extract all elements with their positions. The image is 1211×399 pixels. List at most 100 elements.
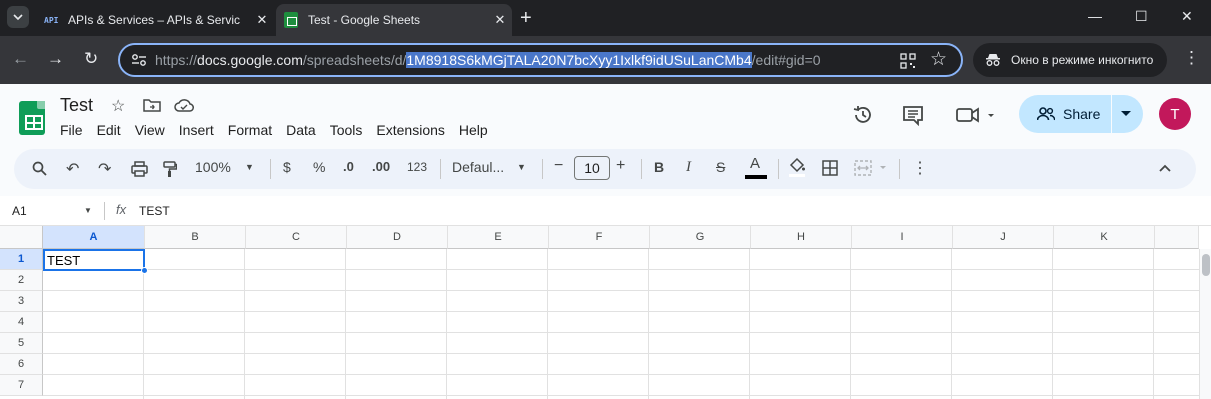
column-header[interactable]: A (43, 226, 145, 249)
close-tab-icon[interactable]: ✕ (250, 12, 274, 28)
sheets-logo-icon[interactable] (19, 101, 45, 135)
menu-data[interactable]: Data (286, 122, 316, 138)
fill-handle[interactable] (141, 267, 148, 274)
avatar[interactable]: T (1159, 98, 1191, 130)
incognito-label: Окно в режиме инкогнито (1011, 53, 1154, 67)
vertical-scrollbar[interactable] (1199, 249, 1211, 399)
chevron-down-icon (13, 14, 23, 21)
decrease-font-size-icon[interactable]: − (554, 157, 563, 175)
qr-code-icon[interactable] (900, 53, 916, 69)
back-arrow-icon[interactable]: ← (12, 49, 29, 69)
currency-format-button[interactable]: $ (283, 159, 291, 175)
number-format-button[interactable]: 123 (407, 160, 427, 174)
incognito-indicator[interactable]: Окно в режиме инкогнито (973, 43, 1167, 77)
column-header[interactable]: D (347, 226, 448, 249)
url-text[interactable]: https://docs.google.com/spreadsheets/d/1… (155, 52, 821, 68)
tab-search-button[interactable] (7, 6, 29, 28)
meet-video-icon[interactable] (956, 106, 996, 124)
comments-icon[interactable] (902, 104, 924, 126)
bookmark-star-icon[interactable]: ☆ (930, 48, 947, 71)
chrome-menu-icon[interactable]: ⋮ (1183, 48, 1200, 68)
zoom-dropdown-icon[interactable]: ▼ (245, 162, 254, 172)
column-header[interactable]: J (953, 226, 1054, 249)
fill-color-icon[interactable] (788, 157, 806, 177)
menu-extensions[interactable]: Extensions (376, 122, 444, 138)
share-label: Share (1063, 106, 1101, 122)
cloud-status-icon[interactable] (174, 98, 194, 112)
merge-cells-icon[interactable] (854, 160, 888, 176)
selected-cell-a1[interactable]: TEST (43, 249, 145, 271)
column-header[interactable]: H (751, 226, 852, 249)
browser-toolbar: ← → ↻ https://docs.google.com/spreadshee… (0, 36, 1211, 84)
scrollbar-thumb[interactable] (1202, 254, 1210, 276)
search-menus-icon[interactable] (32, 161, 48, 177)
menu-insert[interactable]: Insert (179, 122, 214, 138)
column-header[interactable]: G (650, 226, 751, 249)
paint-format-icon[interactable] (163, 161, 177, 178)
column-header[interactable]: E (448, 226, 549, 249)
row-header[interactable]: 6 (0, 354, 43, 375)
column-header[interactable]: C (246, 226, 347, 249)
sheets-app: Test ☆ File Edit View Insert Format Data… (0, 84, 1211, 399)
undo-icon[interactable]: ↶ (66, 159, 79, 179)
menu-help[interactable]: Help (459, 122, 488, 138)
browser-tab-sheets[interactable]: Test - Google Sheets ✕ (276, 4, 512, 36)
column-header[interactable] (1155, 226, 1199, 249)
row-header[interactable]: 3 (0, 291, 43, 312)
formula-input[interactable]: TEST (139, 204, 170, 218)
decrease-decimal-button[interactable]: .0 (343, 159, 354, 174)
cell-area[interactable] (43, 249, 1199, 399)
increase-font-size-icon[interactable]: + (616, 157, 625, 175)
row-header[interactable]: 5 (0, 333, 43, 354)
column-header[interactable]: K (1054, 226, 1155, 249)
collapse-toolbar-icon[interactable] (1159, 164, 1171, 172)
menu-edit[interactable]: Edit (97, 122, 121, 138)
minimize-button[interactable]: — (1088, 8, 1102, 24)
increase-decimal-button[interactable]: .00 (372, 159, 390, 174)
tab-title: APIs & Services – APIs & Servic (68, 13, 241, 27)
row-header[interactable]: 7 (0, 375, 43, 396)
menu-tools[interactable]: Tools (330, 122, 363, 138)
address-bar[interactable]: https://docs.google.com/spreadsheets/d/1… (118, 43, 963, 77)
redo-icon[interactable]: ↷ (98, 159, 111, 179)
row-header[interactable]: 4 (0, 312, 43, 333)
reload-icon[interactable]: ↻ (84, 49, 98, 69)
close-window-button[interactable]: ✕ (1181, 8, 1193, 25)
formatting-toolbar: ↶ ↷ 100% ▼ $ % .0 .00 123 Defaul... ▼ − … (14, 149, 1196, 189)
name-box[interactable]: A1 (12, 204, 27, 218)
text-color-button[interactable]: A (750, 155, 760, 172)
borders-icon[interactable] (822, 160, 838, 176)
site-settings-icon[interactable] (131, 53, 147, 67)
share-button[interactable]: Share (1019, 95, 1143, 133)
row-header[interactable]: 2 (0, 270, 43, 291)
version-history-icon[interactable] (852, 104, 874, 126)
row-header[interactable]: 1 (0, 249, 43, 270)
column-header[interactable]: B (145, 226, 246, 249)
menu-format[interactable]: Format (228, 122, 272, 138)
document-title[interactable]: Test (60, 95, 93, 116)
font-dropdown-icon[interactable]: ▼ (517, 162, 526, 172)
maximize-button[interactable]: ☐ (1135, 8, 1148, 25)
menu-file[interactable]: File (60, 122, 83, 138)
percent-format-button[interactable]: % (313, 159, 325, 175)
font-select[interactable]: Defaul... (452, 159, 504, 175)
close-tab-icon[interactable]: ✕ (488, 12, 512, 28)
strikethrough-button[interactable]: S (716, 159, 725, 175)
italic-button[interactable]: I (686, 159, 691, 176)
font-size-input[interactable]: 10 (574, 156, 610, 180)
share-dropdown-icon[interactable] (1121, 111, 1131, 117)
browser-tab-apis[interactable]: API APIs & Services – APIs & Servic ✕ (36, 4, 274, 36)
bold-button[interactable]: B (654, 159, 664, 175)
star-icon[interactable]: ☆ (111, 96, 125, 116)
name-box-dropdown-icon[interactable]: ▼ (84, 206, 92, 215)
column-header[interactable]: F (549, 226, 650, 249)
column-header[interactable]: I (852, 226, 953, 249)
more-options-icon[interactable]: ⋮ (912, 158, 928, 178)
move-folder-icon[interactable] (143, 98, 161, 112)
print-icon[interactable] (131, 161, 148, 177)
forward-arrow-icon[interactable]: → (47, 49, 64, 69)
zoom-select[interactable]: 100% (195, 159, 231, 175)
menu-view[interactable]: View (135, 122, 165, 138)
new-tab-button[interactable]: + (520, 7, 532, 30)
select-all-corner[interactable] (0, 226, 43, 249)
